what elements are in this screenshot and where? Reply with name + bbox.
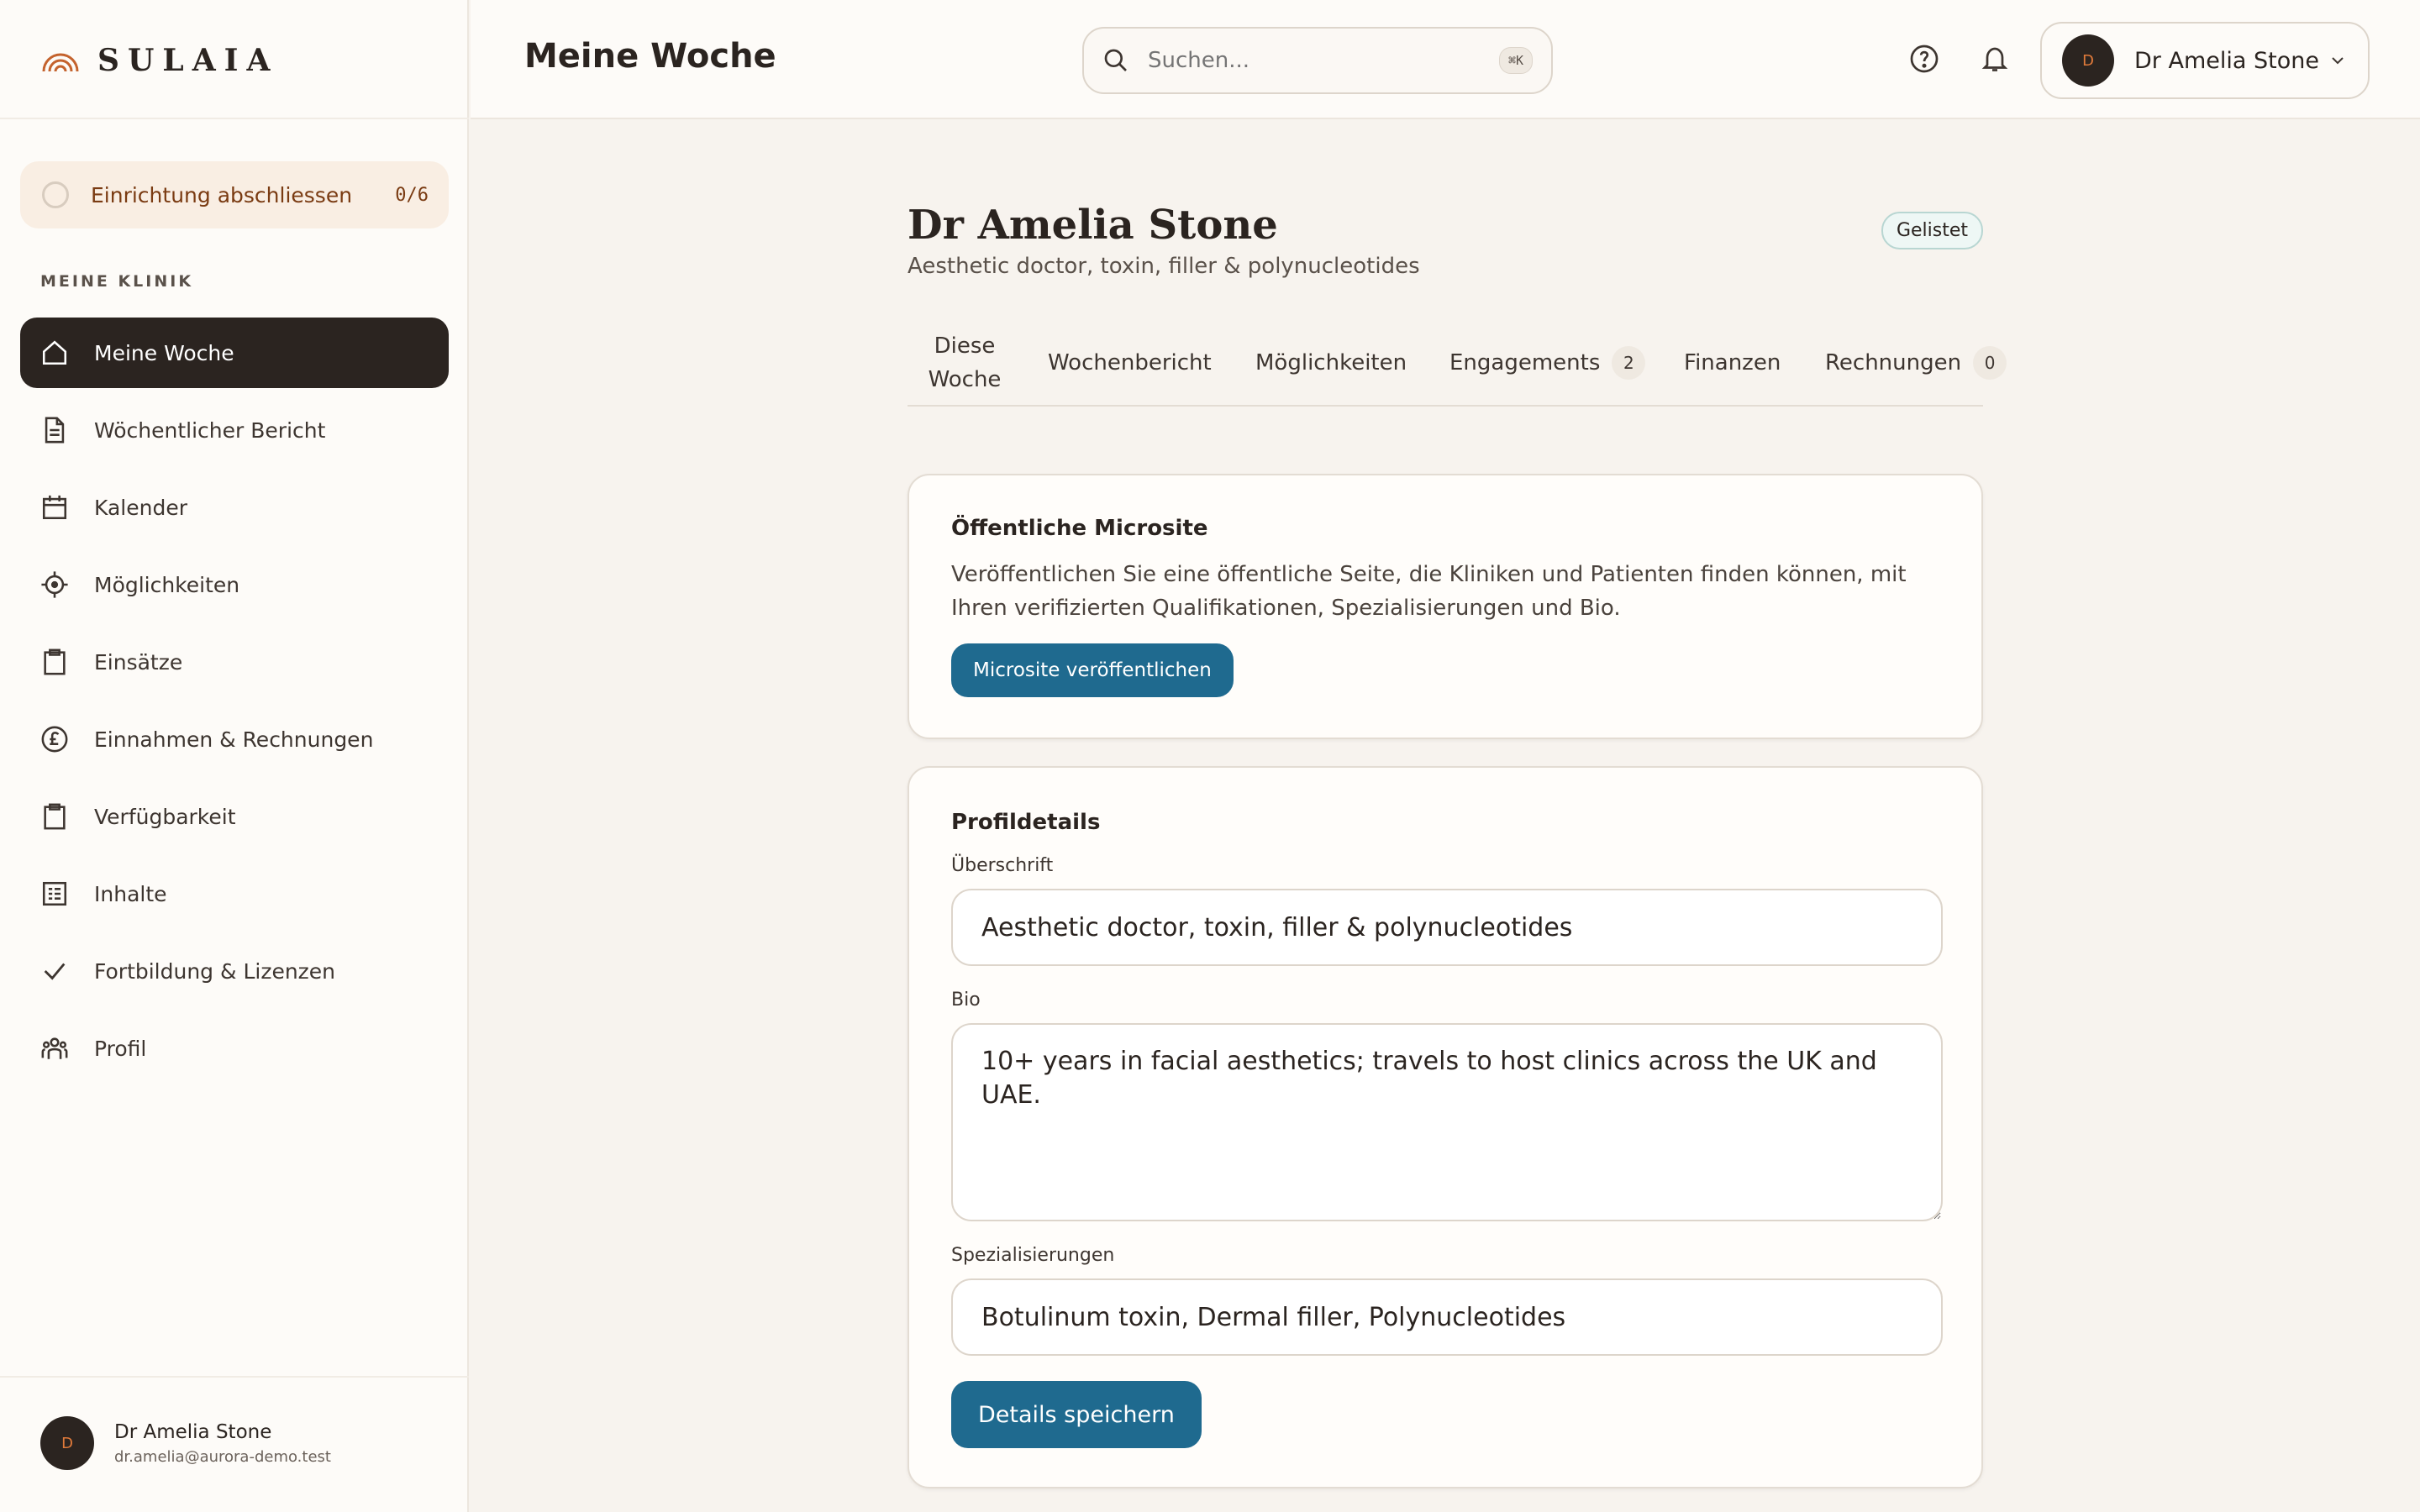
search-icon: [1104, 49, 1127, 71]
tab-wochenbericht[interactable]: Wochenbericht: [1048, 321, 1212, 405]
status-badge: Gelistet: [1881, 212, 1983, 249]
sidebar-item-inhalte[interactable]: Inhalte: [20, 858, 449, 929]
sidebar-item-profil[interactable]: Profil: [20, 1013, 449, 1084]
list-icon: [42, 881, 67, 906]
tab-label: Finanzen: [1684, 350, 1781, 375]
specializations-input[interactable]: [951, 1278, 1943, 1356]
save-details-button[interactable]: Details speichern: [951, 1381, 1202, 1448]
tab-label: Möglichkeiten: [1255, 350, 1407, 375]
section-label: MEINE KLINIK: [40, 272, 194, 291]
user-menu-name: Dr Amelia Stone: [2134, 47, 2319, 74]
tab-label: Diese: [934, 333, 996, 359]
sidebar-item-label: Wöchentlicher Bericht: [94, 417, 326, 443]
page-title: Meine Woche: [524, 37, 776, 76]
setup-label: Einrichtung abschliessen: [91, 182, 353, 207]
setup-count: 0/6: [395, 184, 429, 206]
tab-label: Rechnungen: [1825, 350, 1962, 375]
tab-label: Wochenbericht: [1048, 350, 1212, 375]
progress-circle-icon: [42, 181, 69, 208]
sidebar-user-name: Dr Amelia Stone: [114, 1420, 272, 1443]
sidebar-item-label: Verfügbarkeit: [94, 804, 236, 829]
chevron-down-icon: [2332, 57, 2344, 65]
crosshair-icon: [41, 571, 68, 598]
pound-icon: [41, 726, 68, 753]
users-icon: [41, 1037, 68, 1059]
sidebar-item-label: Kalender: [94, 495, 187, 520]
logo[interactable]: SULAIA: [40, 40, 278, 81]
specializations-label: Spezialisierungen: [951, 1245, 1115, 1266]
card-title: Öffentliche Microsite: [951, 516, 1208, 541]
sidebar-item-label: Möglichkeiten: [94, 572, 240, 597]
sidebar-item-verfugbarkeit[interactable]: Verfügbarkeit: [20, 781, 449, 852]
sidebar-item-wochentlicher-bericht[interactable]: Wöchentlicher Bericht: [20, 395, 449, 465]
profile-name: Dr Amelia Stone: [908, 202, 1278, 249]
user-menu-button[interactable]: D Dr Amelia Stone: [2040, 22, 2370, 99]
profile-subtitle: Aesthetic doctor, toxin, filler & polynu…: [908, 254, 1420, 279]
publish-microsite-button[interactable]: Microsite veröffentlichen: [951, 643, 1234, 697]
card-description: Veröffentlichen Sie eine öffentliche Sei…: [951, 562, 1907, 621]
microsite-card: Öffentliche Microsite Veröffentlichen Si…: [908, 474, 1983, 739]
tab-engagements[interactable]: Engagements 2: [1449, 321, 1646, 405]
card-title: Profildetails: [951, 810, 1101, 835]
tab-label: Engagements: [1449, 350, 1601, 375]
profile-details-card: Profildetails Überschrift Bio 10+ years …: [908, 766, 1983, 1488]
sidebar: SULAIA Einrichtung abschliessen 0/6 MEIN…: [0, 0, 469, 1512]
sidebar-user-info: Dr Amelia Stone dr.amelia@aurora-demo.te…: [114, 1421, 331, 1466]
search-input[interactable]: [1148, 48, 1499, 73]
setup-progress-button[interactable]: Einrichtung abschliessen 0/6: [20, 161, 449, 228]
sidebar-item-fortbildung-lizenzen[interactable]: Fortbildung & Lizenzen: [20, 936, 449, 1006]
sidebar-user-email: dr.amelia@aurora-demo.test: [114, 1447, 331, 1466]
sidebar-user[interactable]: D Dr Amelia Stone dr.amelia@aurora-demo.…: [40, 1416, 331, 1470]
sidebar-item-label: Fortbildung & Lizenzen: [94, 958, 336, 984]
calendar-icon: [42, 495, 67, 520]
sidebar-item-einnahmen-rechnungen[interactable]: Einnahmen & Rechnungen: [20, 704, 449, 774]
topbar: Meine Woche ⌘K D Dr Amelia Stone: [471, 0, 2420, 119]
sidebar-item-label: Einnahmen & Rechnungen: [94, 727, 374, 752]
logo-text: SULAIA: [97, 43, 279, 78]
sidebar-item-einsatze[interactable]: Einsätze: [20, 627, 449, 697]
sidebar-item-label: Meine Woche: [94, 340, 234, 365]
sidebar-item-meine-woche[interactable]: Meine Woche: [20, 318, 449, 388]
headline-input[interactable]: [951, 889, 1943, 966]
sidebar-item-kalender[interactable]: Kalender: [20, 472, 449, 543]
sidebar-item-label: Profil: [94, 1036, 147, 1061]
bell-icon[interactable]: [1980, 44, 2010, 74]
tab-finanzen[interactable]: Finanzen: [1684, 321, 1781, 405]
avatar: D: [2062, 34, 2114, 87]
tab-rechnungen[interactable]: Rechnungen 0: [1825, 321, 2007, 405]
sidebar-item-moglichkeiten[interactable]: Möglichkeiten: [20, 549, 449, 620]
sidebar-divider: [0, 1376, 469, 1378]
clipboard-icon: [44, 648, 66, 675]
tab-bar: Diese Woche Wochenbericht Möglichkeiten …: [908, 321, 2007, 407]
bio-label: Bio: [951, 990, 981, 1011]
avatar: D: [40, 1416, 94, 1470]
tab-moglichkeiten[interactable]: Möglichkeiten: [1255, 321, 1407, 405]
tab-count-badge: 0: [1973, 346, 2007, 380]
sidebar-nav: Meine Woche Wöchentlicher Bericht Kalend…: [20, 318, 449, 1090]
bio-textarea[interactable]: 10+ years in facial aesthetics; travels …: [951, 1023, 1943, 1221]
home-icon: [42, 340, 67, 365]
logo-icon: [42, 53, 79, 72]
check-icon: [44, 963, 66, 980]
help-icon[interactable]: [1909, 44, 1939, 74]
sidebar-item-label: Einsätze: [94, 649, 183, 675]
headline-label: Überschrift: [951, 855, 1054, 876]
tab-count-badge: 2: [1612, 346, 1646, 380]
search-shortcut: ⌘K: [1498, 47, 1533, 74]
search-box[interactable]: ⌘K: [1082, 27, 1553, 94]
sidebar-item-label: Inhalte: [94, 881, 167, 906]
sidebar-divider: [0, 118, 469, 119]
tab-diese-woche[interactable]: Diese Woche: [908, 321, 1022, 405]
tab-label: Woche: [928, 367, 1002, 392]
clipboard-icon: [44, 803, 66, 830]
document-icon: [45, 417, 65, 444]
